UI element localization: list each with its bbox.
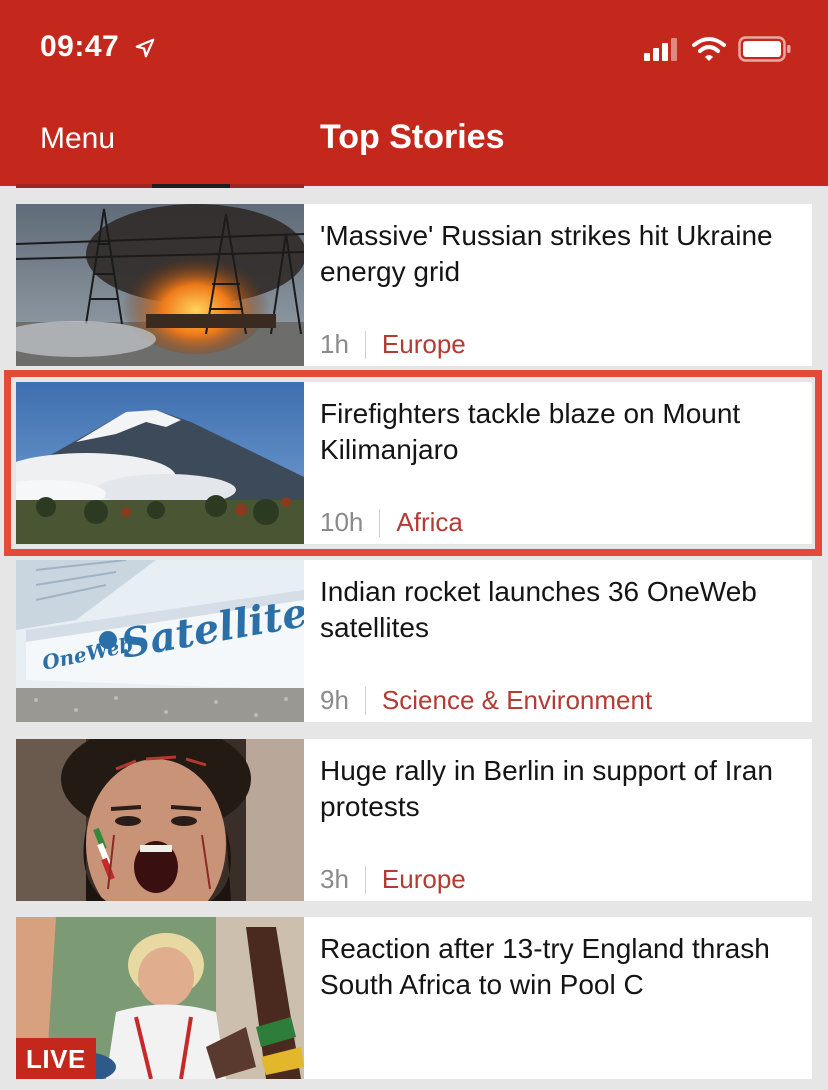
status-bar-time: 09:47: [40, 30, 156, 64]
location-arrow-icon: [135, 38, 155, 58]
previous-story-edge: [16, 184, 304, 188]
story-meta: 9h Science & Environment: [320, 685, 652, 716]
story-headline[interactable]: Huge rally in Berlin in support of Iran …: [320, 753, 800, 825]
story-card[interactable]: LIVE Reaction after 13-try England thras…: [16, 917, 812, 1079]
cellular-signal-icon: [644, 38, 677, 61]
live-badge: LIVE: [16, 1038, 96, 1079]
story-time: 3h: [320, 864, 349, 894]
page-title: Top Stories: [320, 118, 505, 156]
story-section-link[interactable]: Africa: [396, 507, 462, 538]
story-thumbnail: [16, 204, 304, 366]
story-card[interactable]: Huge rally in Berlin in support of Iran …: [16, 739, 812, 901]
story-card[interactable]: Firefighters tackle blaze on Mount Kilim…: [16, 382, 812, 544]
menu-button[interactable]: Menu: [40, 122, 115, 156]
status-time-text: 09:47: [40, 30, 120, 63]
status-icons: [644, 36, 792, 62]
story-meta: 1h Europe: [320, 329, 466, 360]
app-header: 09:47 Menu Top Stories: [0, 0, 828, 186]
story-headline[interactable]: 'Massive' Russian strikes hit Ukraine en…: [320, 218, 800, 290]
meta-divider: [364, 865, 366, 894]
story-thumbnail: [16, 382, 304, 544]
story-meta: 10h Africa: [320, 507, 463, 538]
story-time: 10h: [320, 507, 364, 537]
story-meta: 3h Europe: [320, 864, 466, 895]
story-time: 9h: [320, 685, 349, 715]
story-headline[interactable]: Reaction after 13-try England thrash Sou…: [320, 931, 800, 1003]
wifi-icon: [692, 37, 726, 61]
story-section-link[interactable]: Science & Environment: [382, 685, 652, 716]
story-section-link[interactable]: Europe: [382, 329, 466, 360]
story-headline[interactable]: Indian rocket launches 36 OneWeb satelli…: [320, 574, 800, 646]
story-section-link[interactable]: Europe: [382, 864, 466, 895]
battery-icon: [738, 36, 791, 62]
story-thumbnail: [16, 739, 304, 901]
story-card[interactable]: OneWeb Satellites Indian rocket launches…: [16, 560, 812, 722]
meta-divider: [364, 330, 366, 359]
meta-divider: [379, 508, 381, 537]
story-time: 1h: [320, 329, 349, 359]
story-card[interactable]: 'Massive' Russian strikes hit Ukraine en…: [16, 204, 812, 366]
story-thumbnail: OneWeb Satellites: [16, 560, 304, 722]
story-headline[interactable]: Firefighters tackle blaze on Mount Kilim…: [320, 396, 800, 468]
meta-divider: [364, 686, 366, 715]
